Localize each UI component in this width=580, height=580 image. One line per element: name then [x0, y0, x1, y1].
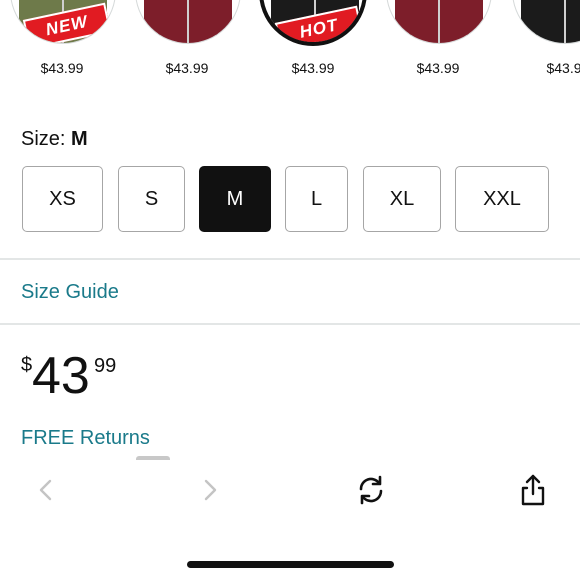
sheet-grabber [136, 456, 170, 460]
variant-price: $43.9 [546, 60, 580, 76]
back-button[interactable] [26, 470, 66, 510]
variant-thumbnail [386, 0, 492, 44]
variant-price: $43.99 [40, 60, 84, 76]
variant-wine[interactable]: $43.99 [132, 0, 242, 90]
variant-price: $43.99 [165, 60, 209, 76]
refresh-icon [359, 475, 383, 505]
size-guide-link[interactable]: Size Guide [21, 281, 119, 304]
variant-thumbnail [512, 0, 580, 44]
size-label-text: Size: [21, 128, 66, 150]
variant-price: $43.99 [416, 60, 460, 76]
home-indicator [187, 561, 394, 568]
variant-wine-2[interactable]: $43.99 [383, 0, 493, 90]
size-option-s[interactable]: S [118, 166, 185, 232]
share-icon [521, 474, 545, 506]
variant-thumbnail: HOT [259, 0, 367, 46]
price-whole: 43 [32, 347, 90, 405]
variant-black-hot-selected[interactable]: HOT $43.99 [258, 0, 368, 90]
size-option-l[interactable]: L [285, 166, 348, 232]
jacket-image [395, 0, 483, 43]
chevron-left-icon [39, 479, 52, 501]
size-label: Size: M [21, 128, 88, 151]
variant-thumbnail [135, 0, 241, 44]
color-variant-carousel: NEW $43.99 $43.99 HOT $43.99 $43.99 $43.… [0, 0, 580, 90]
divider [0, 258, 580, 260]
jacket-image [521, 0, 580, 43]
price-currency-symbol: $ [21, 354, 33, 376]
price-fraction: 99 [94, 355, 117, 377]
size-option-m[interactable]: M [199, 166, 271, 232]
divider [0, 323, 580, 325]
refresh-button[interactable] [351, 470, 391, 510]
variant-price: $43.99 [291, 60, 335, 76]
free-returns-link[interactable]: FREE Returns [21, 427, 150, 450]
variant-black-2[interactable]: $43.9 [509, 0, 580, 90]
share-button[interactable] [513, 470, 553, 510]
variant-olive-new[interactable]: NEW $43.99 [7, 0, 117, 90]
jacket-image [144, 0, 232, 43]
forward-button[interactable] [190, 470, 230, 510]
size-selected-value: M [71, 128, 88, 150]
size-option-xl[interactable]: XL [363, 166, 441, 232]
chevron-right-icon [204, 479, 217, 501]
size-option-xs[interactable]: XS [22, 166, 103, 232]
size-option-xxl[interactable]: XXL [455, 166, 549, 232]
variant-thumbnail: NEW [10, 0, 116, 44]
